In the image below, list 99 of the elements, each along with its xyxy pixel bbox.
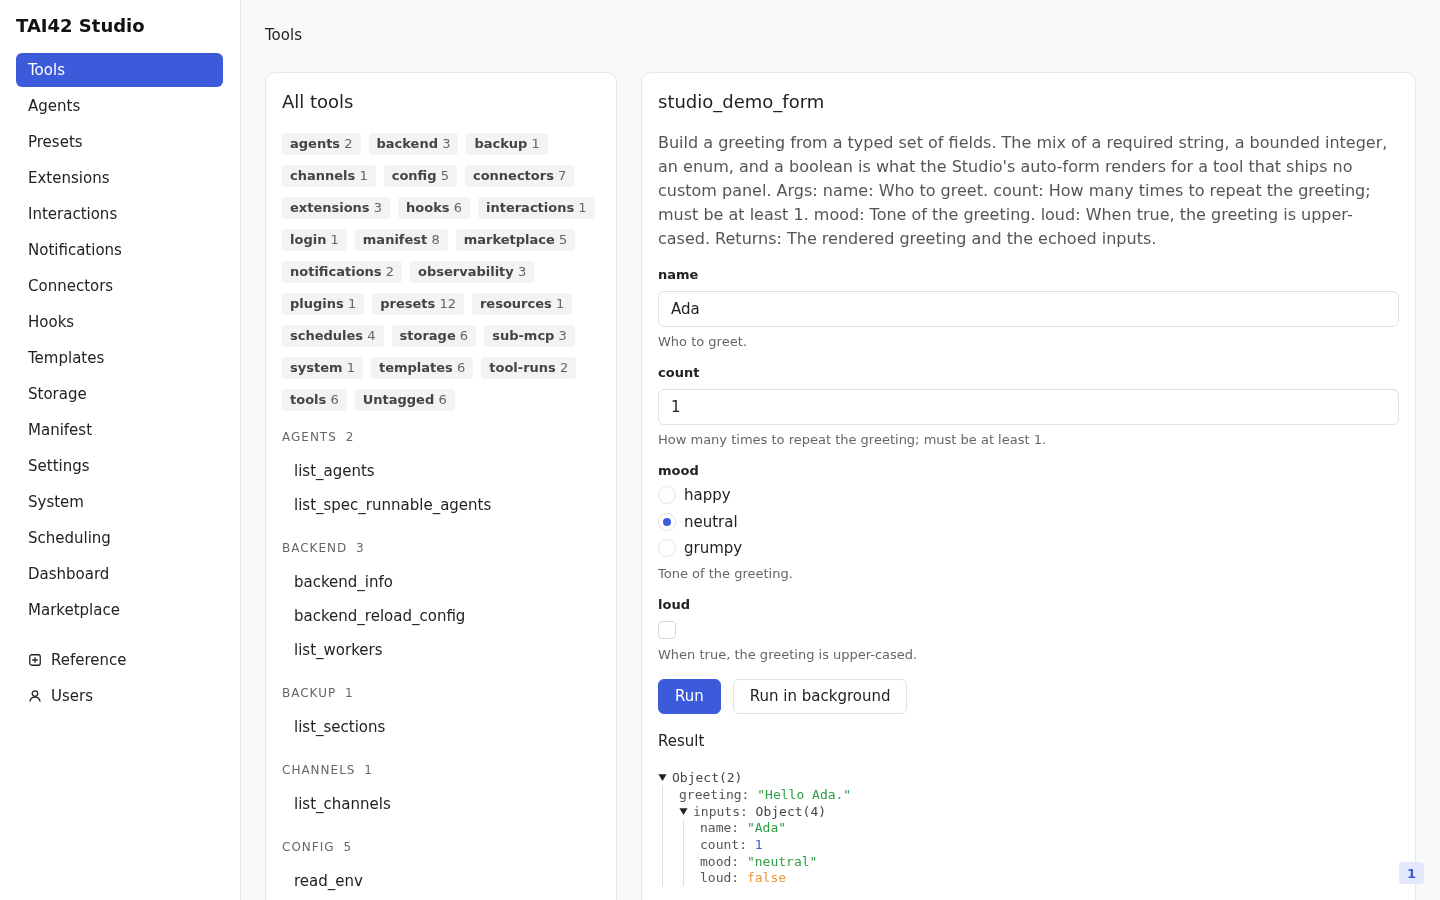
nav-item[interactable]: Interactions <box>16 197 223 231</box>
result-value: "Ada" <box>746 820 787 836</box>
help-text: Who to greet. <box>658 334 747 350</box>
tag-chip[interactable]: plugins 1 <box>282 293 365 315</box>
tag-chip[interactable]: notifications 2 <box>282 261 402 283</box>
tag-chip[interactable]: presets 12 <box>372 293 464 315</box>
tag-chip[interactable]: hooks 6 <box>398 197 470 219</box>
nav-item[interactable]: Reference <box>16 643 223 677</box>
tool-item[interactable]: backend_info <box>282 565 405 599</box>
tag-chip[interactable]: resources 1 <box>471 293 573 315</box>
group-heading: BACKEND 3 <box>282 540 366 556</box>
tag-chip[interactable]: manifest 8 <box>354 229 448 251</box>
group-heading: BACKUP 1 <box>282 685 355 701</box>
field-label: loud <box>658 596 690 613</box>
tag-chip[interactable]: config 5 <box>383 165 457 187</box>
nav-item[interactable]: Notifications <box>16 233 223 267</box>
nav-item[interactable]: Connectors <box>16 269 223 303</box>
form-title: studio_demo_form <box>658 90 826 114</box>
radio-button[interactable] <box>658 512 676 531</box>
tag-chip[interactable]: login 1 <box>282 229 347 251</box>
result-key: name: <box>700 820 740 836</box>
tag-chip[interactable]: extensions 3 <box>282 197 391 219</box>
field-label: count <box>658 365 700 381</box>
nav-item[interactable]: Users <box>16 679 223 713</box>
tool-item[interactable]: list_spec_runnable_agents <box>282 488 504 522</box>
result-value: "neutral" <box>746 853 818 869</box>
result-value: 1 <box>754 837 763 853</box>
field-label: mood <box>658 463 699 479</box>
tag-chip[interactable]: tool-runs 2 <box>481 357 577 379</box>
caret-icon[interactable] <box>658 773 667 783</box>
radio-button[interactable] <box>658 539 676 558</box>
text-input[interactable]: Ada <box>658 291 1399 327</box>
nav-item[interactable]: Hooks <box>16 305 223 339</box>
result-value: Object(2) <box>672 770 743 786</box>
result-value: "Hello Ada." <box>757 787 852 803</box>
tag-chip[interactable]: system 1 <box>282 357 363 379</box>
nav-item[interactable]: Tools <box>16 53 223 87</box>
result-value: false <box>746 870 787 886</box>
nav-item[interactable]: Storage <box>16 377 223 411</box>
nav-item[interactable]: System <box>16 485 223 519</box>
tag-chip[interactable]: marketplace 5 <box>455 229 576 251</box>
tool-item[interactable]: list_channels <box>282 787 403 821</box>
group-heading: AGENTS 2 <box>282 429 356 445</box>
person-icon <box>29 690 41 702</box>
nav-item[interactable]: Settings <box>16 449 223 483</box>
result-heading: Result <box>658 730 706 751</box>
tag-chip[interactable]: storage 6 <box>391 325 477 347</box>
tag-chip[interactable]: backend 3 <box>368 133 459 155</box>
tag-chip[interactable]: agents 2 <box>282 133 361 155</box>
nav-item[interactable]: Extensions <box>16 161 223 195</box>
tag-chip[interactable]: connectors 7 <box>464 165 575 187</box>
tool-item[interactable]: list_workers <box>282 633 395 667</box>
result-key: count: <box>700 837 747 853</box>
result-key: loud: <box>700 870 740 886</box>
tool-item[interactable]: backend_reload_config <box>282 599 478 633</box>
help-text: Tone of the greeting. <box>658 565 793 582</box>
tool-description: Build a greeting from a typed set of fields. The mix of a required string, a bounded integer, an enum, and a boolean is what the Studio's auto-form renders for a tool that ships no custom panel. Args: name: Who to greet. count: How many times to repeat the greeting; must be at least 1. mood: Tone of the greeting. loud: When true, the greeting is upper-cased. Returns: The rendered greeting and the echoed inputs. <box>658 132 1389 250</box>
result-key: mood: <box>700 853 740 869</box>
radio-label[interactable]: grumpy <box>684 538 743 559</box>
checkbox[interactable] <box>658 620 676 639</box>
result-value: Object(4) <box>755 803 827 819</box>
tag-chip[interactable]: schedules 4 <box>282 325 384 347</box>
help-text: How many times to repeat the greeting; must be at least 1. <box>658 432 1047 448</box>
tag-chip[interactable]: backup 1 <box>466 133 548 155</box>
page-title: Tools <box>265 25 303 46</box>
tag-chip[interactable]: tools 6 <box>282 389 347 411</box>
app-title: TAI42 Studio <box>16 14 146 38</box>
tag-chip[interactable]: interactions 1 <box>477 197 595 219</box>
tool-item[interactable]: read_env <box>282 864 375 898</box>
result-key: greeting: <box>679 787 750 803</box>
tool-item[interactable]: list_agents <box>282 454 387 488</box>
nav-item[interactable]: Marketplace <box>16 593 223 627</box>
help-text: When true, the greeting is upper-cased. <box>658 646 918 663</box>
tag-chip[interactable]: templates 6 <box>370 357 474 379</box>
field-label: name <box>658 267 699 283</box>
tag-chip[interactable]: observability 3 <box>410 261 535 283</box>
radio-button[interactable] <box>658 486 676 505</box>
count-badge[interactable]: 1 <box>1399 862 1424 884</box>
result-key: inputs: <box>693 803 748 819</box>
nav-item[interactable]: Templates <box>16 341 223 375</box>
nav-item[interactable]: Scheduling <box>16 521 223 555</box>
tag-chip[interactable]: channels 1 <box>282 165 376 187</box>
secondary-button[interactable]: Run in background <box>732 678 908 714</box>
tag-chip[interactable]: Untagged 6 <box>354 389 455 411</box>
radio-label[interactable]: neutral <box>684 511 738 532</box>
caret-icon[interactable] <box>679 806 688 816</box>
radio-label[interactable]: happy <box>684 485 731 506</box>
nav-item[interactable]: Agents <box>16 89 223 123</box>
panel-title: All tools <box>282 90 355 114</box>
tool-item[interactable]: list_sections <box>282 710 398 744</box>
primary-button[interactable]: Run <box>658 678 721 714</box>
nav-item[interactable]: Manifest <box>16 413 223 447</box>
group-heading: CONFIG 5 <box>282 839 353 855</box>
nav-item[interactable]: Dashboard <box>16 557 223 591</box>
group-heading: CHANNELS 1 <box>282 762 374 778</box>
tag-chip[interactable]: sub-mcp 3 <box>484 325 575 347</box>
plus-square-icon <box>29 654 41 666</box>
number-input[interactable]: 1 <box>658 389 1399 425</box>
nav-item[interactable]: Presets <box>16 125 223 159</box>
